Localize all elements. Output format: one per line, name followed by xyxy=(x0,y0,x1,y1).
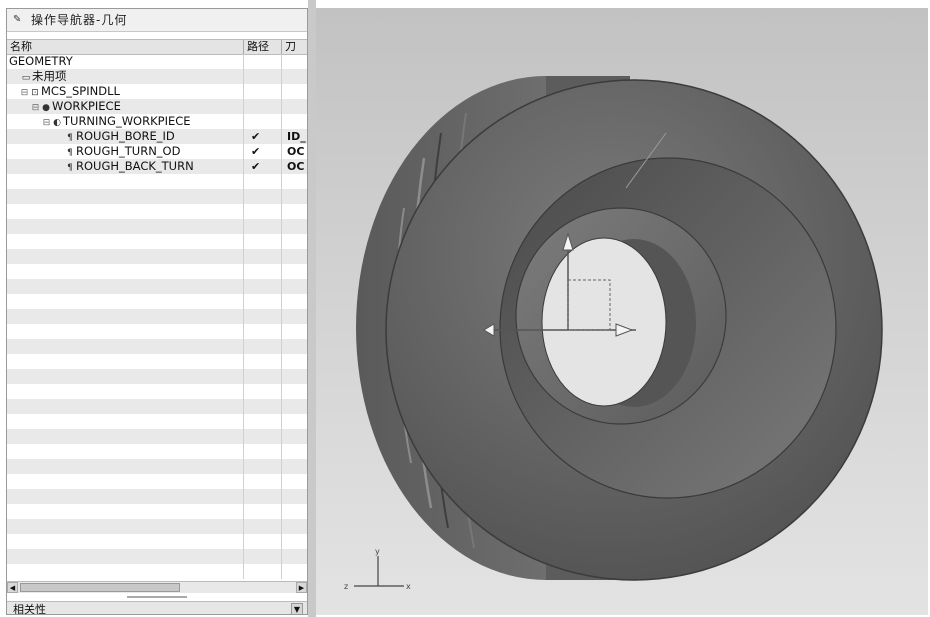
row-stripe xyxy=(7,519,307,534)
pin-icon[interactable]: ✎ xyxy=(13,9,21,31)
row-stripe xyxy=(7,219,307,234)
tree-row[interactable]: ⊟ ⊡ MCS_SPINDLL xyxy=(7,84,307,99)
tree-row[interactable]: ¶ ROUGH_TURN_OD ✔ OC xyxy=(7,144,307,159)
column-divider xyxy=(243,54,244,579)
path-check-icon: ✔ xyxy=(251,160,261,173)
dependencies-label: 相关性 xyxy=(13,603,46,615)
path-check-icon: ✔ xyxy=(251,130,261,143)
navigator-title: 操作导航器-几何 xyxy=(31,13,128,27)
column-path-header[interactable]: 路径 xyxy=(243,40,281,54)
row-stripe xyxy=(7,339,307,354)
tree-rows: GEOMETRY ▭ 未用项 ⊟ ⊡ MCS_SPINDLL ⊟ ● WORKPIECE ⊟ ◐ TU… xyxy=(7,54,307,579)
row-stripe xyxy=(7,399,307,414)
tree-node-label: 未用项 xyxy=(32,69,67,83)
graphics-viewport[interactable]: y x z xyxy=(316,8,928,615)
tree-node-label: WORKPIECE xyxy=(52,99,121,113)
pulley-model[interactable]: y x z xyxy=(316,8,928,615)
row-stripe xyxy=(7,369,307,384)
tool-cell: OC xyxy=(287,160,305,173)
triad-label-x: x xyxy=(406,582,411,591)
tree-row[interactable]: GEOMETRY xyxy=(7,54,307,69)
tree-node[interactable]: ¶ ROUGH_BACK_TURN xyxy=(64,159,194,176)
tree-row[interactable]: ⊟ ● WORKPIECE xyxy=(7,99,307,114)
scroll-right-icon[interactable]: ▶ xyxy=(296,582,307,593)
tool-cell: OC xyxy=(287,145,305,158)
tree-row[interactable]: ⊟ ◐ TURNING_WORKPIECE xyxy=(7,114,307,129)
tree-node[interactable]: GEOMETRY xyxy=(9,54,73,69)
column-tool-header[interactable]: 刀 xyxy=(281,40,307,54)
scroll-thumb[interactable] xyxy=(20,583,180,592)
row-stripe xyxy=(7,309,307,324)
triad-label-y: y xyxy=(375,547,380,556)
chevron-down-icon[interactable]: ▼ xyxy=(291,603,303,614)
path-check-icon: ✔ xyxy=(251,145,261,158)
row-stripe xyxy=(7,429,307,444)
row-stripe xyxy=(7,249,307,264)
node-type-icon: ¶ xyxy=(67,163,73,173)
tree-node-label: ROUGH_BORE_ID xyxy=(76,129,175,143)
column-header: 名称 路径 刀 xyxy=(7,39,307,55)
panel-separator[interactable] xyxy=(308,0,316,617)
view-triad: y x z xyxy=(344,547,411,591)
tree-node-label: ROUGH_TURN_OD xyxy=(76,144,181,158)
tree-node-label: ROUGH_BACK_TURN xyxy=(76,159,194,173)
panel-splitter[interactable] xyxy=(127,596,187,598)
tree-node-label: TURNING_WORKPIECE xyxy=(63,114,191,128)
column-name-header[interactable]: 名称 xyxy=(10,40,32,54)
scroll-left-icon[interactable]: ◀ xyxy=(7,582,18,593)
navigator-title-bar: ✎ 操作导航器-几何 xyxy=(7,9,307,32)
triad-label-z: z xyxy=(344,582,348,591)
row-stripe xyxy=(7,279,307,294)
operation-navigator-panel: ✎ 操作导航器-几何 名称 路径 刀 GEOMETRY ▭ 未用项 ⊟ ⊡ MCS_SPI… xyxy=(6,8,308,615)
tree-row[interactable]: ¶ ROUGH_BACK_TURN ✔ OC xyxy=(7,159,307,174)
tree-node-label: MCS_SPINDLL xyxy=(41,84,120,98)
bore-hole xyxy=(541,237,667,407)
tree-row[interactable]: ¶ ROUGH_BORE_ID ✔ ID_ xyxy=(7,129,307,144)
row-stripe xyxy=(7,189,307,204)
column-divider xyxy=(281,54,282,579)
row-stripe xyxy=(7,459,307,474)
tree-row[interactable]: ▭ 未用项 xyxy=(7,69,307,84)
horizontal-scrollbar[interactable]: ◀ ▶ xyxy=(7,581,307,593)
row-stripe xyxy=(7,489,307,504)
row-stripe xyxy=(7,549,307,564)
dependencies-bar[interactable]: 相关性 ▼ xyxy=(7,601,307,615)
tree-node-label: GEOMETRY xyxy=(9,54,73,68)
tool-cell: ID_ xyxy=(287,130,306,143)
